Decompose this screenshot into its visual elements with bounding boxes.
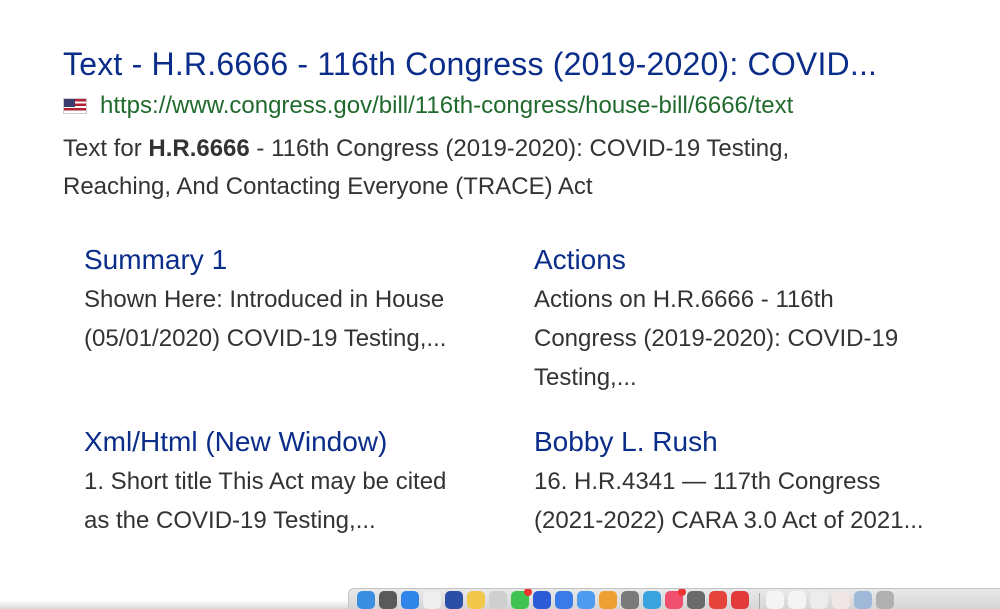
safari-icon[interactable] <box>401 591 419 609</box>
sitelink-summary: Summary 1 Shown Here: Introduced in Hous… <box>84 240 474 358</box>
zoom-icon[interactable] <box>533 591 551 609</box>
chrome-icon[interactable] <box>709 591 727 609</box>
messages-icon[interactable] <box>511 589 532 609</box>
telegram-icon[interactable] <box>643 591 661 609</box>
sitelink-description: 16. H.R.4341 — 117th Congress (2021-2022… <box>534 468 924 534</box>
document-icon[interactable] <box>832 591 850 609</box>
sitelink-title[interactable]: Xml/Html (New Window) <box>84 422 474 462</box>
photos-icon[interactable] <box>599 591 617 609</box>
launchpad-icon[interactable] <box>379 591 397 609</box>
sitelink-sponsor: Bobby L. Rush 16. H.R.4341 — 117th Congr… <box>534 422 924 540</box>
sitelink-description: 1. Short title This Act may be cited as … <box>84 468 447 534</box>
stickies-icon[interactable] <box>467 591 485 609</box>
dock <box>348 588 1000 609</box>
app-store-icon[interactable] <box>687 591 705 609</box>
result-snippet: Text for H.R.6666 - 116th Congress (2019… <box>63 130 883 206</box>
result-url-row: https://www.congress.gov/bill/116th-cong… <box>63 86 943 126</box>
search-result: Text - H.R.6666 - 116th Congress (2019-2… <box>63 42 943 206</box>
us-flag-icon <box>63 98 87 114</box>
folder-icon[interactable] <box>854 591 872 609</box>
notification-badge <box>678 589 686 596</box>
contacts-icon[interactable] <box>489 591 507 609</box>
itunes-icon[interactable] <box>665 589 686 609</box>
document-icon[interactable] <box>766 591 784 609</box>
window-bottom-edge <box>0 600 348 609</box>
messenger-icon[interactable] <box>555 591 573 609</box>
sitelink-title[interactable]: Actions <box>534 240 924 280</box>
document-icon[interactable] <box>810 591 828 609</box>
sitelink-xml-html: Xml/Html (New Window) 1. Short title Thi… <box>84 422 474 540</box>
sitelinks: Summary 1 Shown Here: Introduced in Hous… <box>84 240 964 580</box>
blank-icon[interactable] <box>423 591 441 609</box>
trash-icon[interactable] <box>876 591 894 609</box>
document-icon[interactable] <box>788 591 806 609</box>
sitelink-description: Actions on H.R.6666 - 116th Congress (20… <box>534 286 899 391</box>
sitelink-actions: Actions Actions on H.R.6666 - 116th Cong… <box>534 240 924 397</box>
dock-separator <box>759 593 760 609</box>
finder-icon[interactable] <box>357 591 375 609</box>
calendar-icon[interactable] <box>731 591 749 609</box>
system-preferences-icon[interactable] <box>621 591 639 609</box>
sitelink-title[interactable]: Bobby L. Rush <box>534 422 924 462</box>
snippet-bill-number: H.R.6666 <box>148 135 250 162</box>
sitelink-description: Shown Here: Introduced in House (05/01/2… <box>84 286 447 352</box>
result-url-link[interactable]: https://www.congress.gov/bill/116th-cong… <box>100 92 793 120</box>
mail-icon[interactable] <box>577 591 595 609</box>
sitelink-title[interactable]: Summary 1 <box>84 240 474 280</box>
result-title-link[interactable]: Text - H.R.6666 - 116th Congress (2019-2… <box>63 42 943 86</box>
notification-badge <box>524 589 532 596</box>
search-results-page: Text - H.R.6666 - 116th Congress (2019-2… <box>0 0 1000 609</box>
notes-icon[interactable] <box>445 591 463 609</box>
snippet-prefix: Text for <box>63 135 149 162</box>
